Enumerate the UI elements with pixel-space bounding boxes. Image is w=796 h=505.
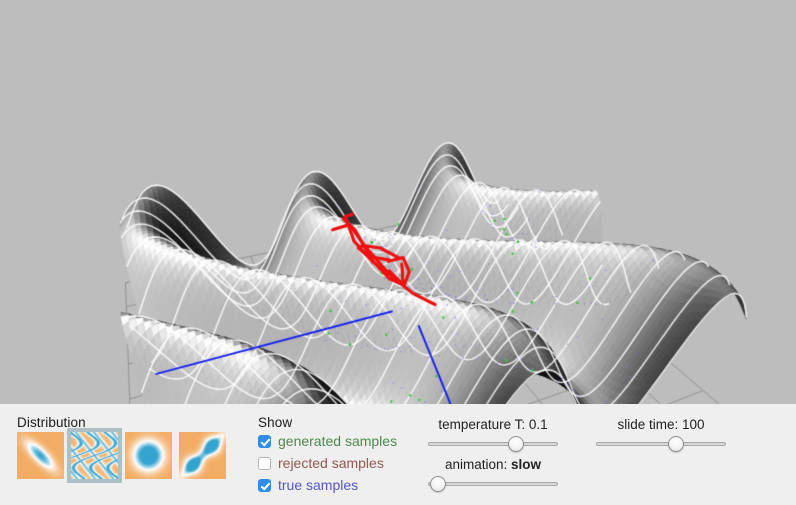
- 3d-viewport[interactable]: [0, 0, 796, 404]
- temperature-slider-caption: temperature T: 0.1: [438, 417, 548, 432]
- slide-time-slider[interactable]: slide time: 100: [596, 417, 726, 452]
- circle-thumbnail: [125, 432, 172, 479]
- mcmc-sampler-app: Distribution Show generated samples rejec…: [0, 0, 796, 505]
- animation-speed-slider[interactable]: animation: slow: [428, 457, 558, 492]
- distribution-thumbnail-radial-ring[interactable]: [125, 432, 172, 479]
- checkbox-checked-icon[interactable]: [258, 478, 271, 492]
- slide-time-slider-caption: slide time: 100: [617, 417, 705, 432]
- show-checkbox-row-true-samples[interactable]: true samples: [258, 475, 397, 495]
- control-panel: Distribution Show generated samples rejec…: [0, 404, 796, 505]
- temperature-slider-track[interactable]: [428, 436, 558, 452]
- animation-speed-slider-caption: animation: slow: [444, 457, 542, 472]
- show-checkbox-label: true samples: [278, 477, 359, 493]
- distribution-thumbnail-group[interactable]: [17, 428, 233, 483]
- slide-time-slider-thumb[interactable]: [667, 436, 684, 452]
- dumbbell-thumbnail: [179, 432, 226, 479]
- animation-speed-slider-thumb[interactable]: [430, 476, 447, 492]
- energy-landscape-canvas[interactable]: [0, 0, 796, 404]
- slide-time-slider-rail: [596, 442, 726, 446]
- show-checkbox-row-generated-samples[interactable]: generated samples: [258, 431, 397, 451]
- show-section-label: Show: [258, 415, 293, 430]
- show-checkbox-label: generated samples: [278, 433, 398, 449]
- checkbox-checked-icon[interactable]: [258, 434, 271, 448]
- show-checkbox-label: rejected samples: [278, 455, 384, 471]
- checkbox-unchecked-icon[interactable]: [258, 456, 271, 470]
- animation-speed-slider-track[interactable]: [428, 476, 558, 492]
- distribution-thumbnail-bimodal-dumbbell[interactable]: [179, 432, 226, 479]
- distribution-thumbnail-correlated-gaussian[interactable]: [17, 432, 64, 479]
- show-checkbox-group[interactable]: generated samples rejected samples true sa…: [258, 431, 397, 497]
- temperature-slider-rail: [428, 442, 558, 446]
- tilted-ellipse-thumbnail: [17, 432, 64, 479]
- animation-speed-slider-rail: [428, 482, 558, 486]
- temperature-slider[interactable]: temperature T: 0.1: [428, 417, 558, 452]
- temperature-slider-thumb[interactable]: [507, 436, 524, 452]
- show-checkbox-row-rejected-samples[interactable]: rejected samples: [258, 453, 397, 473]
- slide-time-slider-track[interactable]: [596, 436, 726, 452]
- zigzag-thumbnail: [71, 432, 118, 479]
- distribution-thumbnail-zigzag-banana[interactable]: [67, 428, 122, 483]
